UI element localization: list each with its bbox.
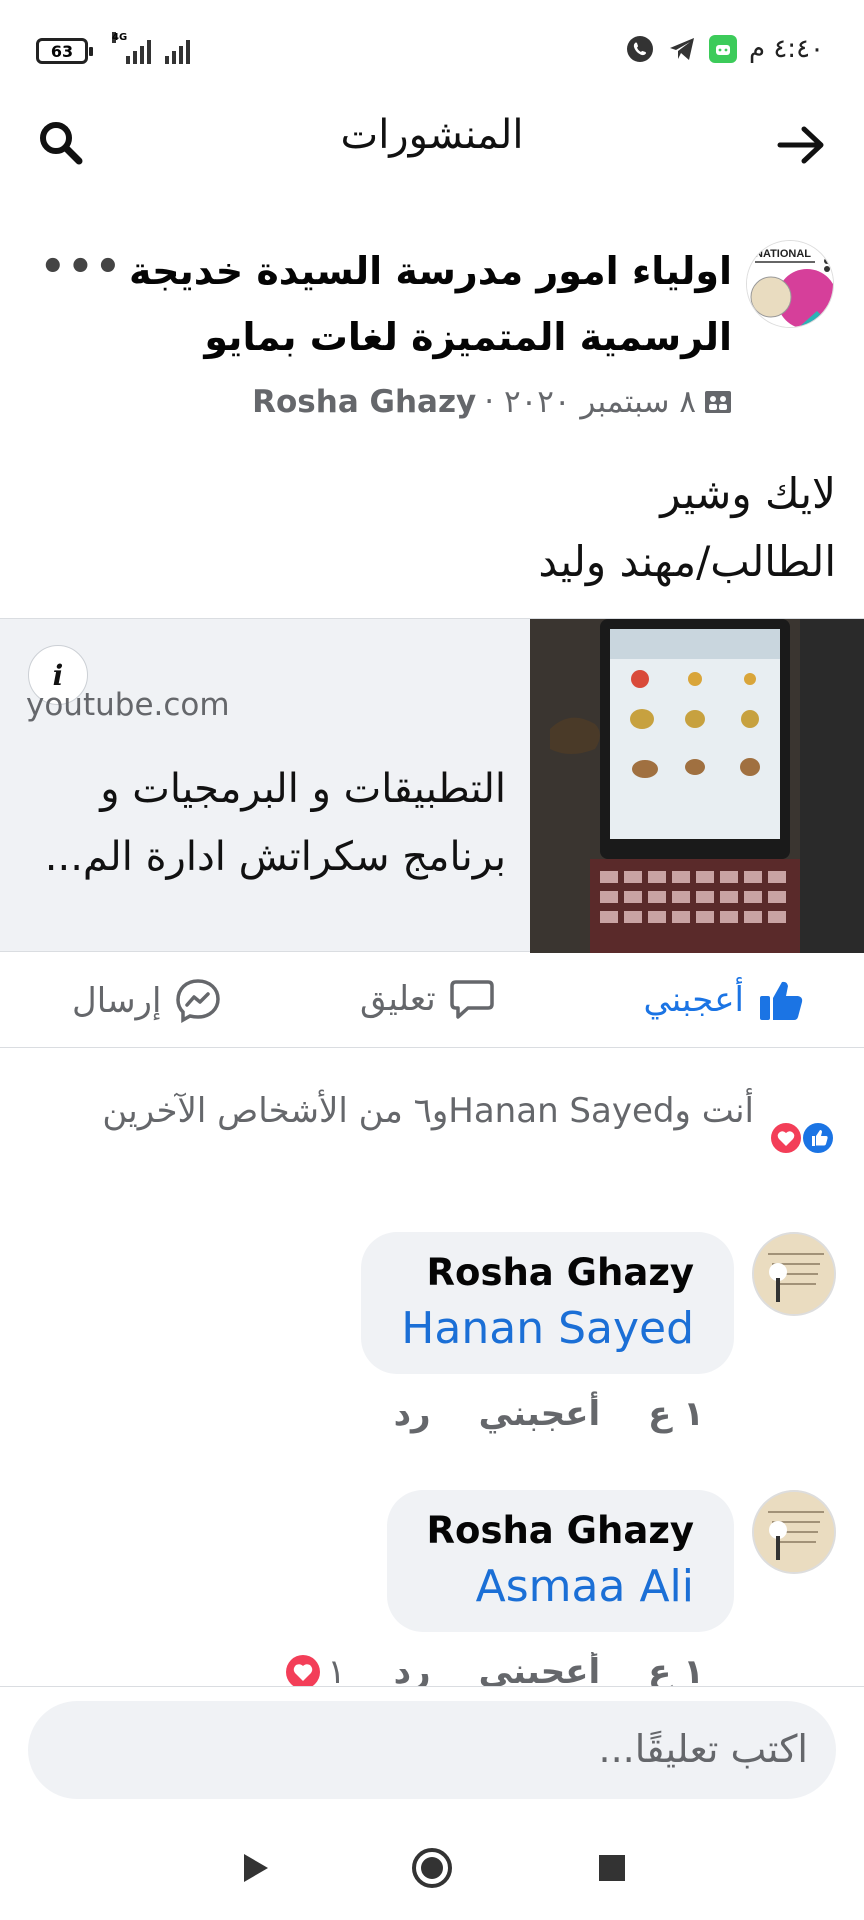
like-label: أعجبني bbox=[643, 980, 744, 1020]
link-preview-card[interactable]: i youtube.com التطبيقات و البرمجيات و بر… bbox=[0, 618, 864, 953]
post-text-line: الطالب/مهند وليد bbox=[538, 537, 836, 586]
commenter-avatar[interactable] bbox=[752, 1490, 836, 1574]
love-reaction-icon bbox=[286, 1655, 321, 1686]
post-text-line: لايك وشير bbox=[660, 469, 836, 518]
messenger-icon bbox=[176, 979, 221, 1024]
status-left: 63 4G bbox=[36, 32, 190, 64]
commenter-name[interactable]: Rosha Ghazy bbox=[401, 1246, 694, 1300]
comment-reaction-count: ١ bbox=[327, 1652, 346, 1686]
post-meta: ٨ سبتمبر ٢٠٢٠ · Rosha Ghazy bbox=[252, 384, 732, 420]
whatsapp-icon bbox=[625, 34, 655, 64]
comment-composer: اكتب تعليقًا... bbox=[0, 1686, 864, 1814]
clock: ٤:٤٠ م bbox=[748, 34, 824, 64]
link-title[interactable]: التطبيقات و البرمجيات و برنامج سكراتش اد… bbox=[26, 755, 506, 891]
comment-button[interactable]: تعليق bbox=[360, 978, 494, 1020]
android-app-icon bbox=[708, 35, 737, 63]
group-avatar[interactable]: NATIONAL bbox=[746, 240, 834, 328]
comment-bubble[interactable]: Rosha Ghazy Asmaa Ali bbox=[386, 1490, 734, 1632]
comment-time: ١ ع bbox=[648, 1652, 704, 1686]
comment-meta: ١ ع أعجبني رد bbox=[394, 1394, 704, 1434]
post-actions: أعجبني تعليق إرسال bbox=[0, 952, 864, 1048]
link-domain: youtube.com bbox=[26, 687, 230, 723]
back-arrow-icon[interactable] bbox=[774, 118, 828, 172]
telegram-icon bbox=[667, 34, 697, 64]
comment-reply-button[interactable]: رد bbox=[394, 1652, 431, 1686]
comment-mention[interactable]: Hanan Sayed bbox=[401, 1300, 694, 1358]
comment-mention[interactable]: Asmaa Ali bbox=[427, 1558, 694, 1616]
comment-time: ١ ع bbox=[648, 1394, 704, 1434]
comment-reaction[interactable]: ١ bbox=[285, 1652, 346, 1686]
post-poster-name[interactable]: Rosha Ghazy bbox=[252, 384, 476, 420]
battery-level: 63 bbox=[50, 41, 74, 61]
send-label: إرسال bbox=[72, 981, 162, 1021]
network-type: 4G bbox=[112, 32, 128, 43]
signal-4g-icon: 4G bbox=[112, 32, 151, 64]
status-right: ٤:٤٠ م bbox=[625, 34, 824, 64]
send-button[interactable]: إرسال bbox=[72, 978, 221, 1024]
comment-label: تعليق bbox=[360, 979, 436, 1019]
post-author-name[interactable]: اولياء امور مدرسة السيدة خديجة الرسمية ا… bbox=[92, 238, 732, 370]
commenter-name[interactable]: Rosha Ghazy bbox=[427, 1504, 694, 1558]
comment-input[interactable]: اكتب تعليقًا... bbox=[28, 1701, 836, 1799]
video-thumbnail[interactable] bbox=[530, 619, 864, 953]
thumbs-up-icon bbox=[760, 981, 803, 1020]
system-navigation-bar bbox=[0, 1814, 864, 1920]
reactions-summary-text: أنت وHanan Sayedو٦ من الأشخاص الآخرين bbox=[102, 1091, 754, 1131]
comment-reply-button[interactable]: رد bbox=[394, 1394, 431, 1434]
like-button[interactable]: أعجبني bbox=[643, 978, 804, 1022]
comment-bubble[interactable]: Rosha Ghazy Hanan Sayed bbox=[361, 1232, 734, 1374]
recents-square-icon[interactable] bbox=[588, 1844, 636, 1892]
group-icon bbox=[704, 388, 732, 416]
home-circle-icon[interactable] bbox=[408, 1844, 456, 1892]
comment-like-button[interactable]: أعجبني bbox=[479, 1394, 601, 1434]
battery-icon: 63 bbox=[36, 38, 93, 64]
status-bar: 63 4G ٤:٤٠ م bbox=[0, 0, 864, 100]
comment-meta: ١ ع أعجبني رد ١ bbox=[285, 1652, 704, 1686]
comment-input-placeholder: اكتب تعليقًا... bbox=[598, 1727, 808, 1771]
top-app-bar: المنشورات bbox=[0, 100, 864, 190]
post-body: لايك وشير الطالب/مهند وليد bbox=[36, 460, 836, 596]
comment-like-button[interactable]: أعجبني bbox=[479, 1652, 601, 1686]
back-triangle-icon[interactable] bbox=[232, 1844, 280, 1892]
more-options-icon[interactable]: ••• bbox=[40, 244, 123, 290]
post-date[interactable]: ٨ سبتمبر ٢٠٢٠ · bbox=[484, 384, 696, 420]
reaction-icons bbox=[768, 1120, 836, 1156]
signal-icon bbox=[165, 38, 190, 64]
avatar-badge-text: NATIONAL bbox=[755, 248, 811, 260]
page-title: المنشورات bbox=[340, 112, 524, 158]
commenter-avatar[interactable] bbox=[752, 1232, 836, 1316]
comment-bubble-icon bbox=[450, 980, 494, 1019]
